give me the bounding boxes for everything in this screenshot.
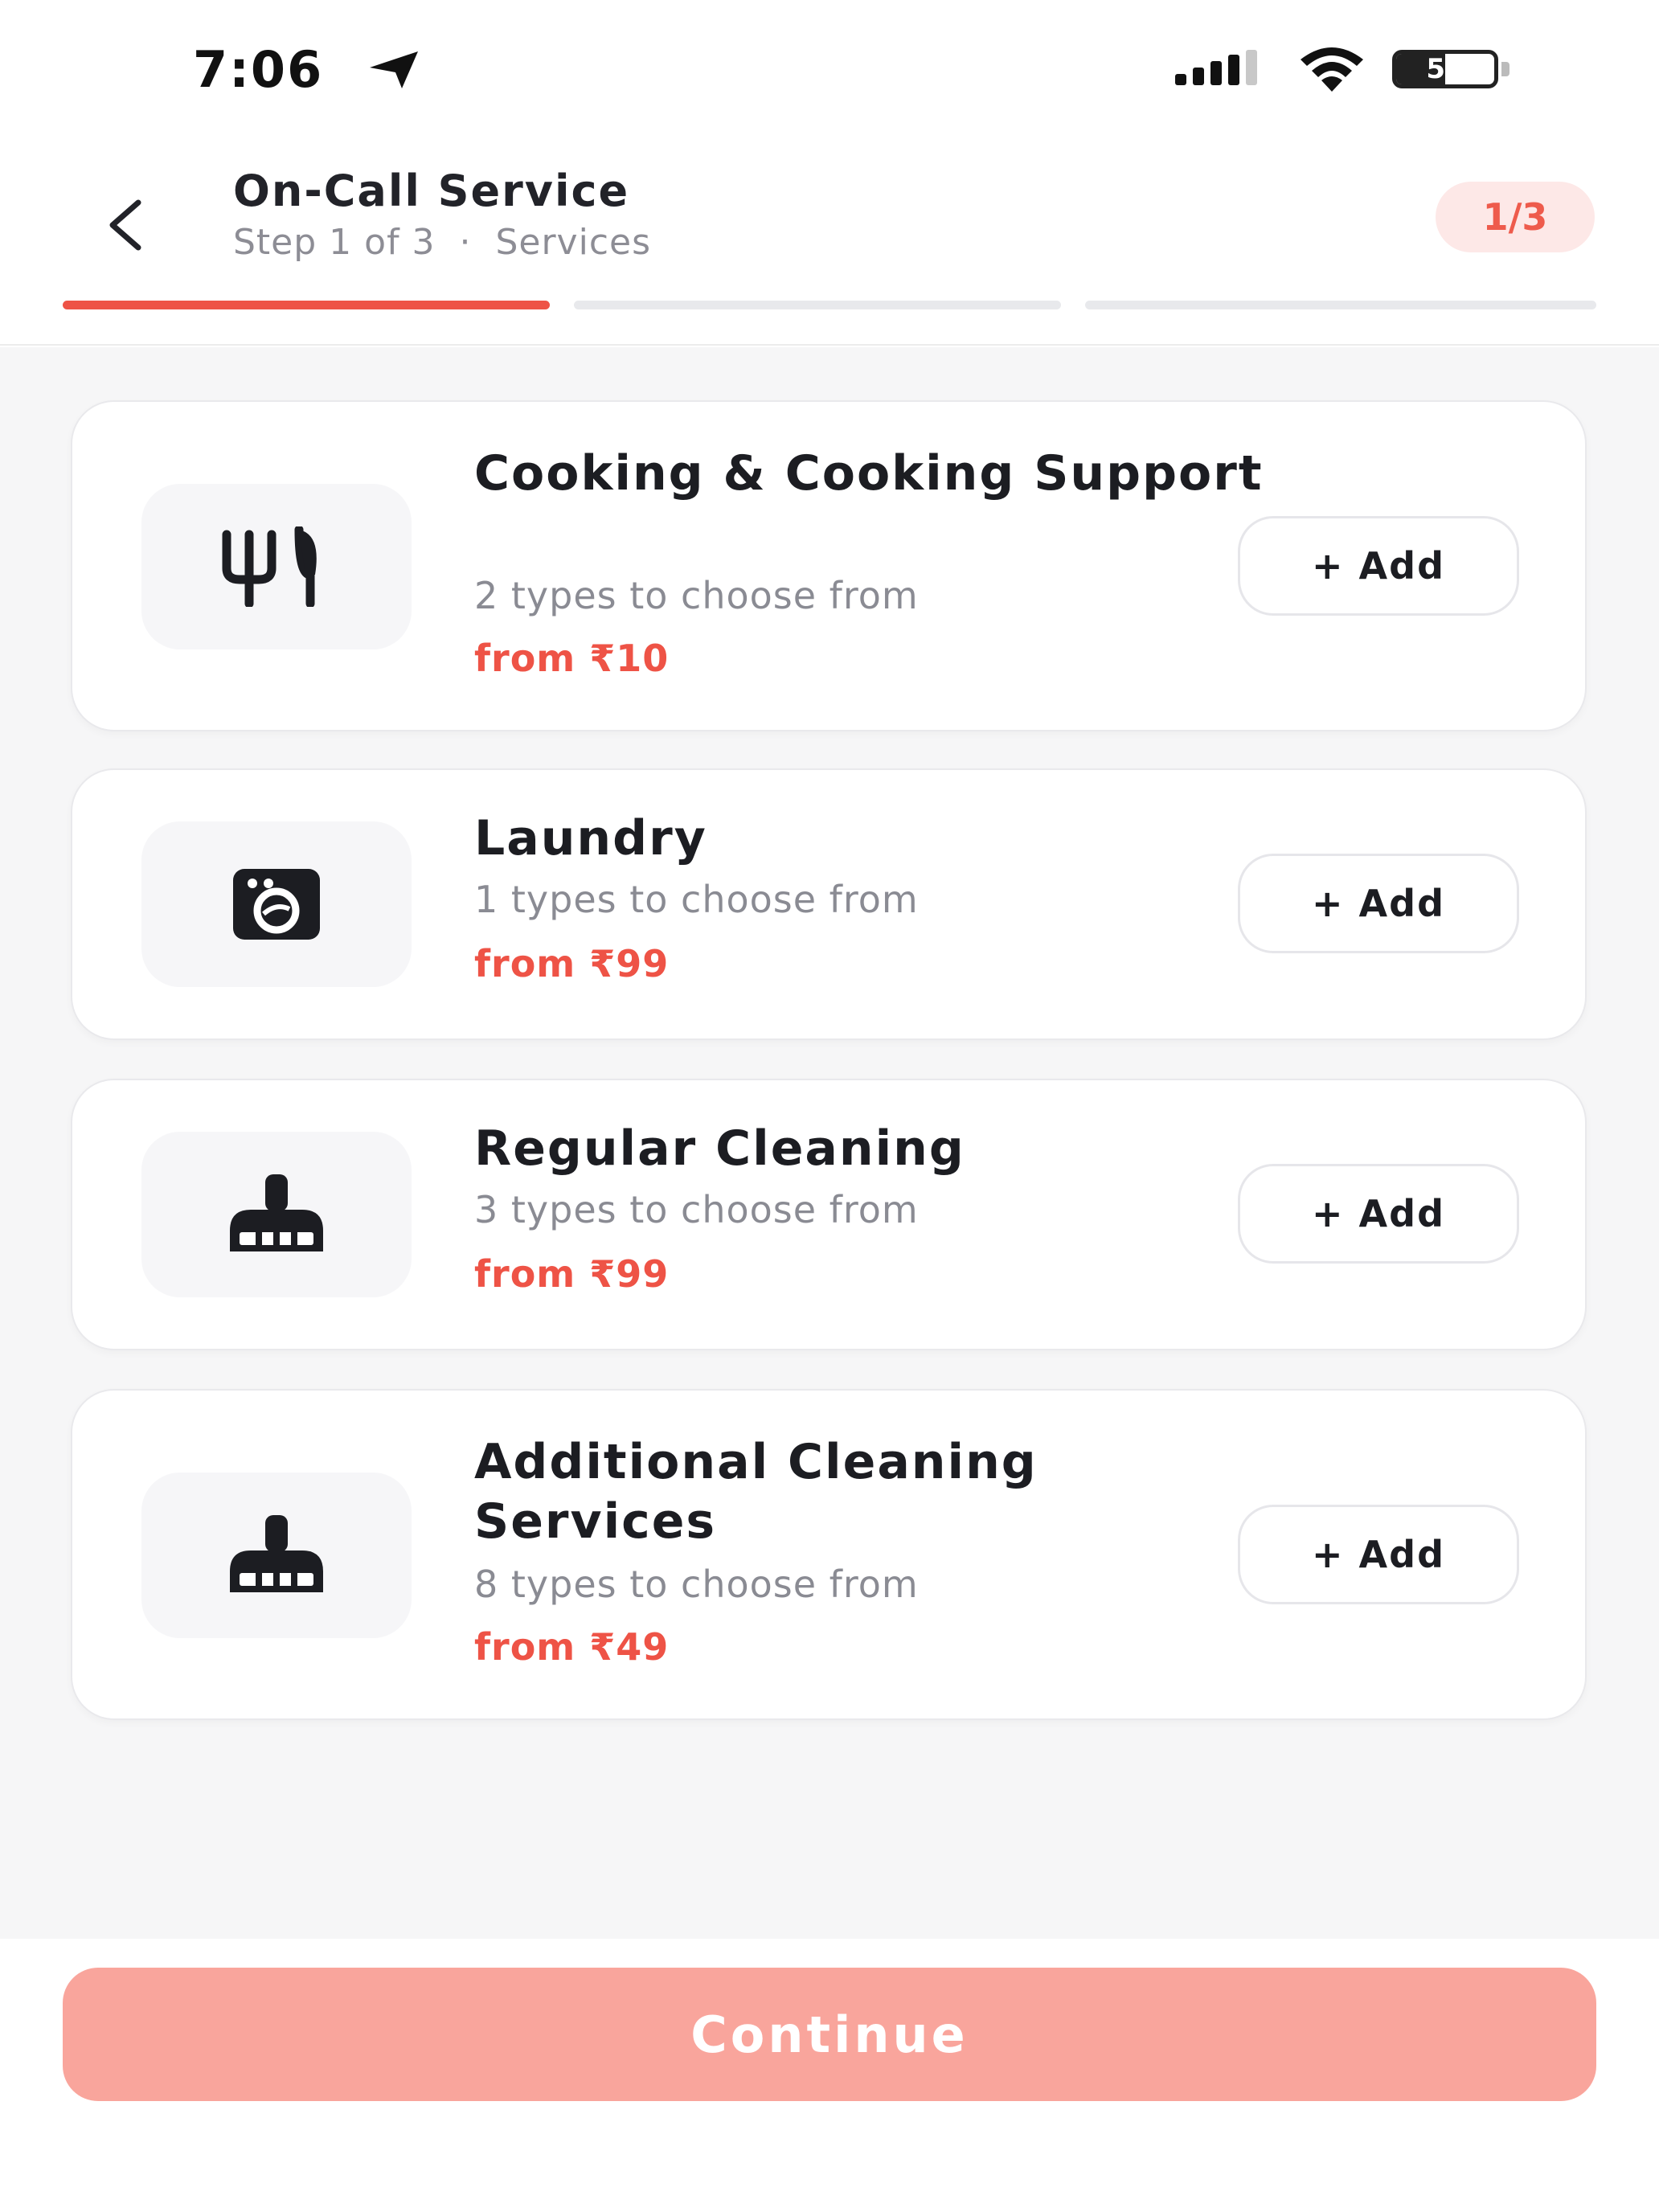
service-types: 8 types to choose from [474, 1563, 919, 1606]
broom-icon [230, 1515, 323, 1592]
service-card-regular-cleaning[interactable]: Regular Cleaning 3 types to choose from … [71, 1079, 1587, 1350]
location-arrow-icon [370, 51, 418, 88]
add-button-laundry[interactable]: + Add [1238, 854, 1519, 953]
progress-segment-2 [574, 301, 1061, 309]
service-types: 3 types to choose from [474, 1188, 919, 1231]
footer: Continue [0, 1939, 1659, 2212]
washing-machine-icon [233, 869, 320, 940]
service-title: Laundry [474, 810, 707, 866]
icon-tile [141, 1132, 412, 1297]
battery-body: 50 [1392, 50, 1498, 88]
service-types: 2 types to choose from [474, 574, 919, 617]
status-time: 7:06 [193, 40, 324, 99]
service-price: from ₹49 [474, 1625, 670, 1669]
service-title: Cooking & Cooking Support [474, 445, 1264, 502]
progress-segment-1 [63, 301, 550, 309]
continue-button[interactable]: Continue [63, 1968, 1596, 2101]
battery-tip [1501, 62, 1509, 76]
header: On-Call Service Step 1 of 3 · Services 1… [0, 137, 1659, 346]
service-card-cooking[interactable]: Cooking & Cooking Support 2 types to cho… [71, 400, 1587, 731]
step-badge: 1/3 [1436, 182, 1595, 252]
service-card-additional-cleaning[interactable]: Additional Cleaning Services 8 types to … [71, 1389, 1587, 1720]
icon-tile [141, 1473, 412, 1638]
status-bar: 7:06 50 [0, 0, 1659, 137]
add-button-cooking[interactable]: + Add [1238, 516, 1519, 616]
step-subtitle: Step 1 of 3 · Services [233, 222, 652, 263]
service-title: Additional Cleaning Services [474, 1434, 1038, 1550]
screen: 7:06 50 On-Call Service Step 1 of 3 · Se… [0, 0, 1659, 2212]
services-list: Cooking & Cooking Support 2 types to cho… [0, 347, 1659, 1939]
service-price: from ₹99 [474, 942, 670, 985]
chevron-left-icon [109, 199, 141, 251]
page-title: On-Call Service [233, 166, 630, 216]
service-card-laundry[interactable]: Laundry 1 types to choose from from ₹99 … [71, 768, 1587, 1040]
icon-tile [141, 484, 412, 649]
service-price: from ₹99 [474, 1252, 670, 1296]
battery-indicator: 50 [1392, 50, 1511, 88]
cellular-signal-icon [1175, 50, 1257, 85]
cutlery-icon [222, 526, 317, 607]
broom-icon [230, 1174, 323, 1251]
battery-level-text: 50 [1426, 53, 1464, 85]
service-price: from ₹10 [474, 637, 670, 680]
progress-segment-3 [1085, 301, 1596, 309]
service-title: Regular Cleaning [474, 1120, 965, 1177]
icon-tile [141, 821, 412, 987]
add-button-additional-cleaning[interactable]: + Add [1238, 1505, 1519, 1604]
wifi-icon [1301, 47, 1363, 92]
add-button-regular-cleaning[interactable]: + Add [1238, 1164, 1519, 1264]
back-button[interactable] [88, 185, 161, 265]
service-types: 1 types to choose from [474, 878, 919, 921]
